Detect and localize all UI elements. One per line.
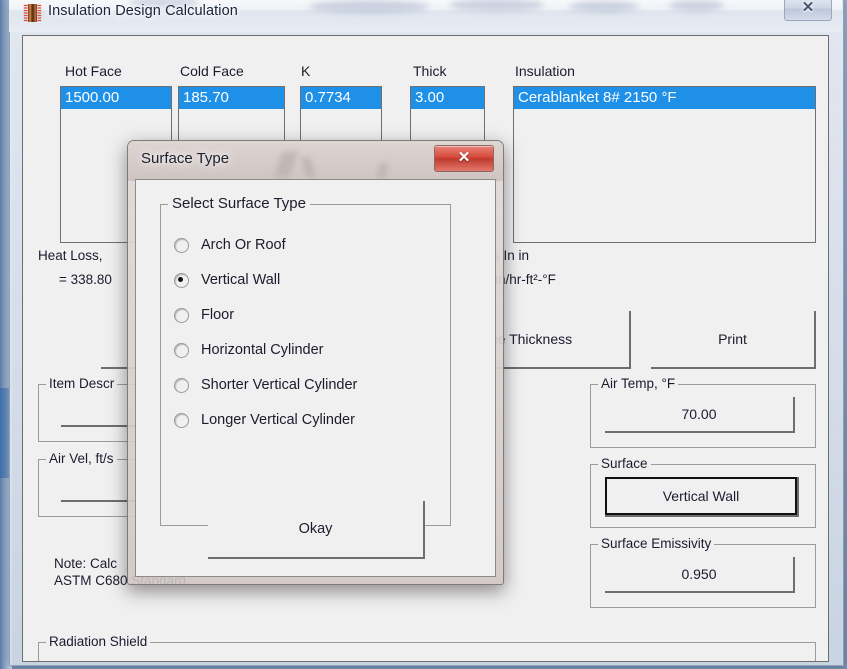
radio-label: Shorter Vertical Cylinder [201, 377, 358, 393]
field-label-k: K [301, 63, 311, 79]
dialog-client-area: Select Surface Type Arch Or Roof Vertica… [135, 179, 496, 577]
air-temp-group: Air Temp, °F 70.00 [590, 376, 816, 448]
radio-arch-or-roof[interactable]: Arch Or Roof [174, 233, 286, 257]
radio-longer-vertical-cylinder[interactable]: Longer Vertical Cylinder [174, 408, 355, 432]
radio-label: Floor [201, 307, 235, 323]
field-label-insulation: Insulation [515, 63, 575, 79]
heat-loss-label: Heat Loss, [38, 248, 103, 263]
close-window-button[interactable]: ✕ [784, 0, 832, 21]
radio-icon [174, 377, 189, 393]
radio-icon [174, 412, 189, 428]
radio-label: Horizontal Cylinder [201, 342, 324, 358]
field-label-cold-face: Cold Face [180, 63, 244, 79]
list-item[interactable]: Cerablanket 8# 2150 °F [514, 87, 815, 109]
radio-horizontal-cylinder[interactable]: Horizontal Cylinder [174, 338, 324, 362]
list-item[interactable]: 3.00 [411, 87, 484, 109]
surface-type-button[interactable]: Vertical Wall [605, 477, 797, 515]
item-description-label: Item Descr [46, 376, 118, 391]
field-label-hot-face: Hot Face [65, 63, 122, 79]
select-surface-type-label: Select Surface Type [168, 195, 310, 212]
radio-icon [174, 307, 189, 323]
insulation-icon [23, 3, 42, 23]
dialog-titlebar[interactable]: Surface Type ✕ [128, 141, 503, 181]
window-title: Insulation Design Calculation [48, 3, 238, 19]
print-button[interactable]: Print [651, 311, 814, 367]
field-label-thick: Thick [413, 63, 447, 79]
surface-label: Surface [598, 456, 651, 471]
surface-emissivity-label: Surface Emissivity [598, 536, 715, 551]
air-temp-label: Air Temp, °F [598, 376, 679, 391]
surface-group: Surface Vertical Wall [590, 456, 816, 528]
radio-icon [174, 237, 189, 253]
list-item[interactable]: 185.70 [179, 87, 284, 109]
radio-icon [174, 342, 189, 358]
titlebar-reflection [309, 0, 429, 13]
radiation-shield-label: Radiation Shield [46, 634, 151, 649]
radio-floor[interactable]: Floor [174, 303, 234, 327]
window-titlebar[interactable]: Insulation Design Calculation ✕ [9, 0, 842, 32]
surface-type-dialog: Surface Type ✕ Select Surface Type Arch … [127, 140, 504, 585]
desktop-taskbar-sliver [0, 388, 9, 478]
close-icon: ✕ [457, 150, 471, 166]
list-item[interactable]: 1500.00 [61, 87, 171, 109]
surface-emissivity-field[interactable]: 0.950 [605, 557, 793, 591]
radio-shorter-vertical-cylinder[interactable]: Shorter Vertical Cylinder [174, 373, 357, 397]
dialog-title: Surface Type [141, 150, 230, 167]
air-temp-field[interactable]: 70.00 [605, 397, 793, 431]
heat-loss-value: = 338.80 [59, 272, 112, 287]
surface-emissivity-group: Surface Emissivity 0.950 [590, 536, 816, 608]
dialog-close-button[interactable]: ✕ [434, 145, 494, 172]
radio-label: Arch Or Roof [201, 237, 286, 253]
close-icon: ✕ [801, 0, 815, 16]
select-surface-type-group: Select Surface Type Arch Or Roof Vertica… [160, 195, 451, 557]
radiation-shield-group: Radiation Shield [38, 634, 816, 661]
titlebar-reflection [669, 0, 724, 11]
radio-icon-selected [174, 272, 189, 288]
insulation-listbox[interactable]: Cerablanket 8# 2150 °F [513, 86, 816, 243]
radio-label: Longer Vertical Cylinder [201, 412, 355, 428]
air-velocity-label: Air Vel, ft/s [46, 451, 117, 466]
titlebar-reflection [569, 1, 639, 12]
list-item[interactable]: 0.7734 [301, 87, 381, 109]
okay-button[interactable]: Okay [208, 501, 423, 557]
radio-vertical-wall[interactable]: Vertical Wall [174, 268, 280, 292]
radio-label: Vertical Wall [201, 272, 281, 288]
